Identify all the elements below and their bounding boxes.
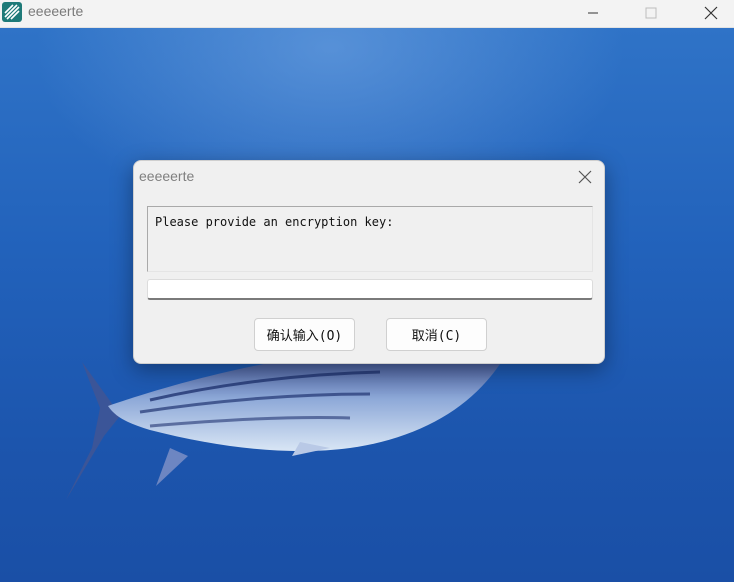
prompt-box: Please provide an encryption key: — [147, 206, 593, 272]
window-title: eeeeerte — [28, 3, 84, 19]
prompt-text: Please provide an encryption key: — [155, 215, 394, 229]
dialog-title: eeeeerte — [139, 168, 195, 184]
maximize-button[interactable] — [628, 0, 674, 26]
minimize-icon — [588, 12, 598, 14]
window-titlebar: eeeeerte — [0, 0, 734, 28]
app-logo-icon — [2, 2, 22, 22]
dialog-close-button[interactable] — [572, 165, 598, 189]
minimize-button[interactable] — [570, 0, 616, 26]
close-icon — [704, 6, 718, 20]
encryption-key-input[interactable] — [147, 279, 593, 300]
confirm-button[interactable]: 确认输入(O) — [254, 318, 355, 351]
maximize-icon — [645, 7, 657, 19]
close-button[interactable] — [688, 0, 734, 26]
encryption-key-dialog: eeeeerte Please provide an encryption ke… — [133, 160, 605, 364]
cancel-button[interactable]: 取消(C) — [386, 318, 487, 351]
close-icon — [578, 170, 592, 184]
